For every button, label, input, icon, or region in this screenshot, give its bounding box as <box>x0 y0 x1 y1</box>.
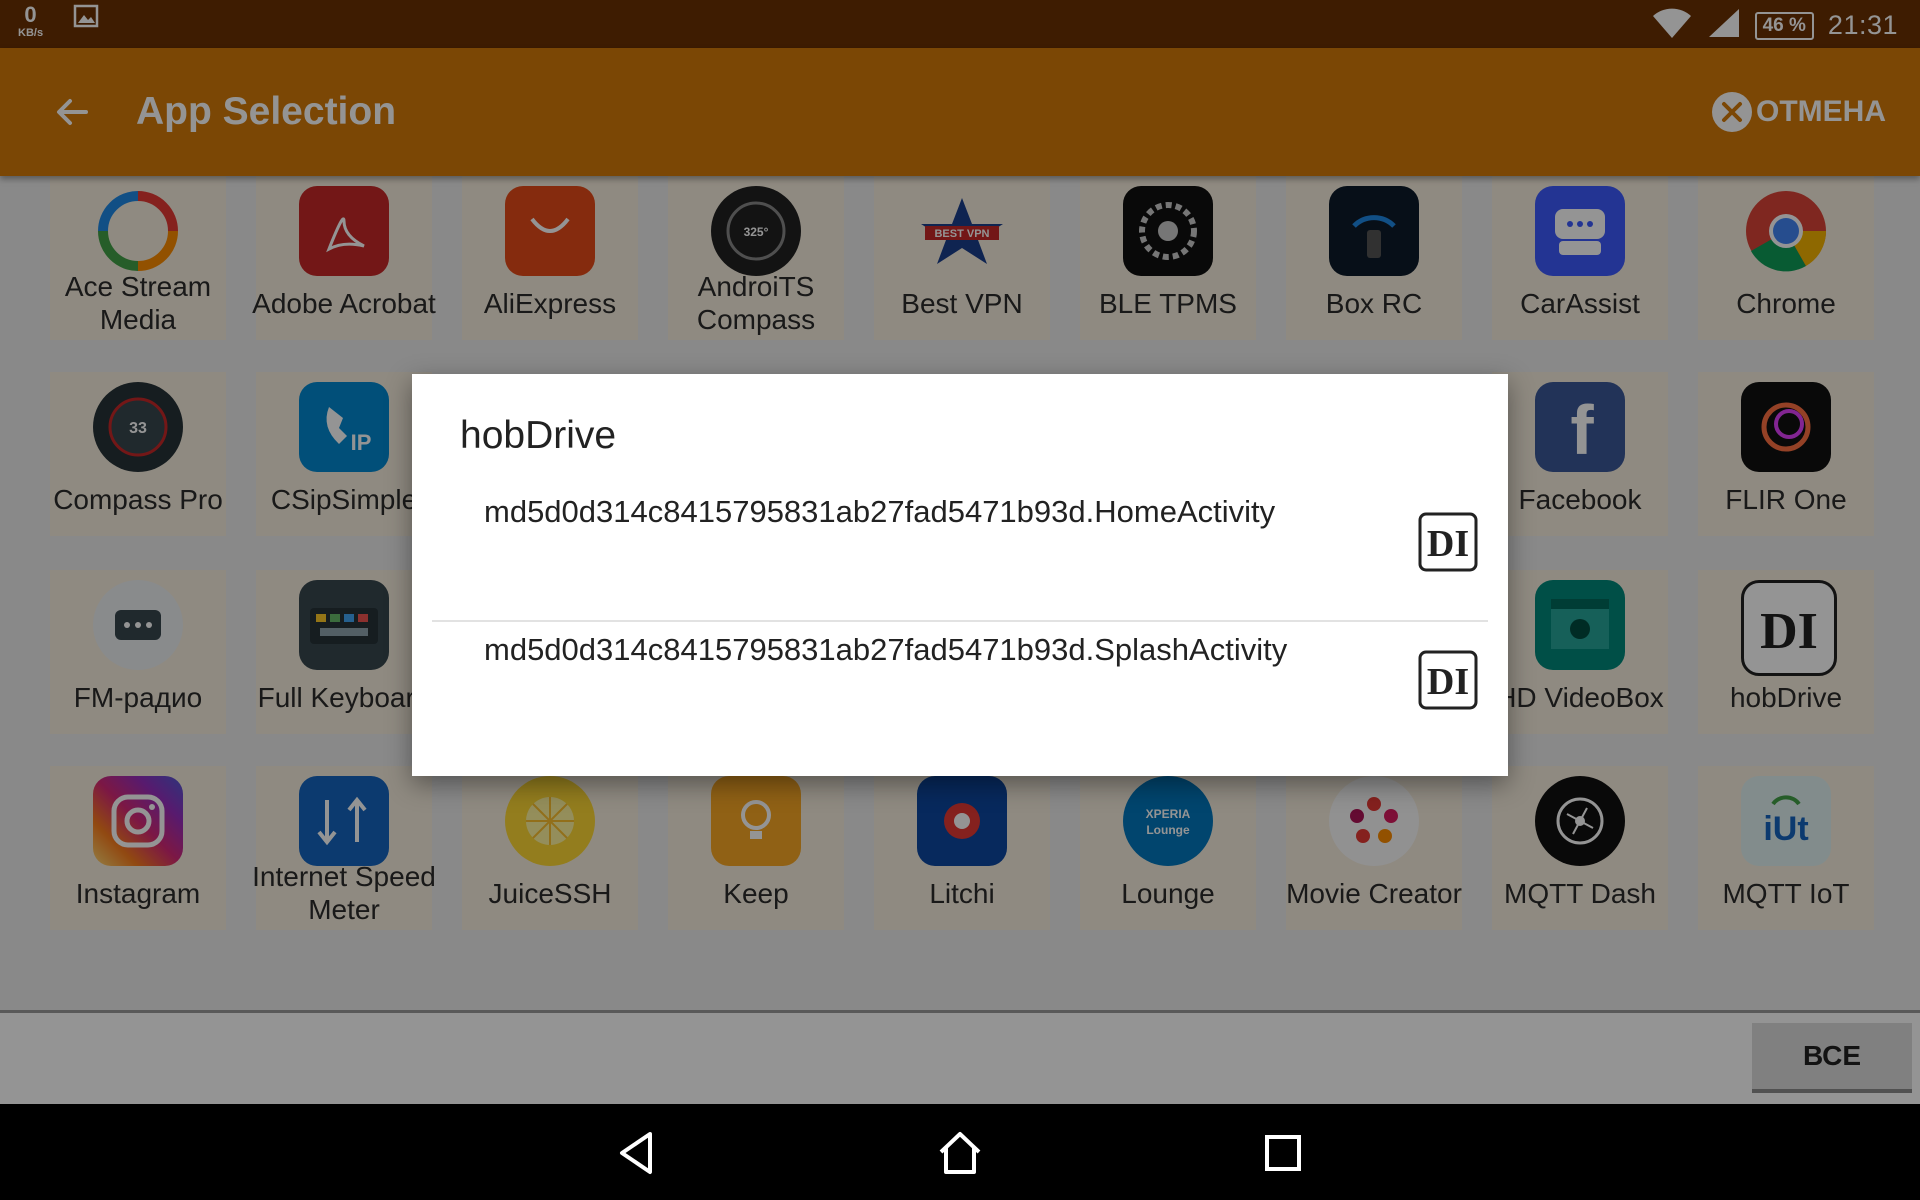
activity-name: md5d0d314c8415795831ab27fad5471b93d.Spla… <box>484 632 1288 667</box>
activity-row-home[interactable]: md5d0d314c8415795831ab27fad5471b93d.Home… <box>432 484 1488 618</box>
nav-back-icon[interactable] <box>612 1128 662 1178</box>
activity-picker-dialog: hobDrive md5d0d314c8415795831ab27fad5471… <box>412 374 1508 776</box>
dialog-title: hobDrive <box>460 414 617 457</box>
hobdrive-icon: DI <box>1418 650 1478 710</box>
nav-home-icon[interactable] <box>935 1128 985 1178</box>
hobdrive-icon: DI <box>1418 512 1478 572</box>
activity-row-splash[interactable]: md5d0d314c8415795831ab27fad5471b93d.Spla… <box>432 622 1488 756</box>
nav-recents-icon[interactable] <box>1258 1128 1308 1178</box>
activity-name: md5d0d314c8415795831ab27fad5471b93d.Home… <box>484 494 1276 529</box>
svg-text:DI: DI <box>1427 523 1469 565</box>
navigation-bar <box>0 1104 1920 1200</box>
svg-text:DI: DI <box>1427 661 1469 703</box>
